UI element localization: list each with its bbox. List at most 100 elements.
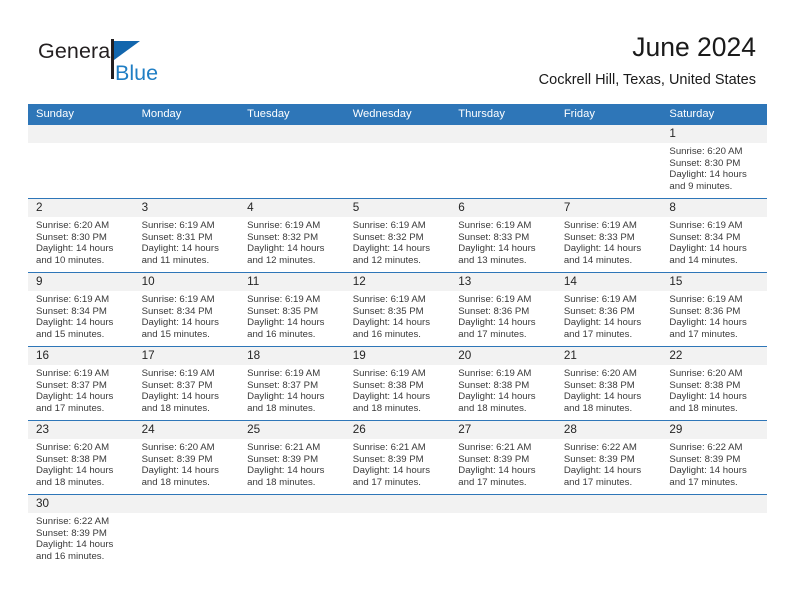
day-cell[interactable]: 7 Sunrise: 6:19 AM Sunset: 8:33 PM Daylight… — [555, 199, 662, 272]
sunset-text: Sunset: 8:37 PM — [247, 379, 319, 391]
day-number — [661, 495, 767, 513]
day-detail — [134, 513, 240, 516]
daylight-text: Daylight: 14 hours — [458, 317, 536, 329]
day-cell[interactable]: 23 Sunrise: 6:20 AM Sunset: 8:38 PM Dayligh… — [28, 421, 134, 494]
day-cell[interactable]: 5 Sunrise: 6:19 AM Sunset: 8:32 PM Daylight… — [344, 199, 451, 272]
calendar-grid: Sunday Monday Tuesday Wednesday Thursday Frid… — [28, 104, 767, 571]
day-cell[interactable]: 13 Sunrise: 6:19 AM Sunset: 8:36 PM Dayligh… — [450, 273, 556, 346]
day-detail: Sunrise: 6:20 AM Sunset: 8:38 PM Daylight:… — [556, 365, 662, 415]
daylight-text: Daylight: 14 hours — [458, 391, 536, 403]
daylight-text: and 18 minutes. — [247, 477, 316, 489]
day-detail — [345, 143, 451, 146]
daylight-text: Daylight: 14 hours — [352, 243, 431, 255]
day-cell[interactable]: 16 Sunrise: 6:19 AM Sunset: 8:37 PM Dayligh… — [28, 347, 134, 420]
daylight-text: Daylight: 14 hours — [36, 539, 114, 551]
day-cell[interactable]: 15 Sunrise: 6:19 AM Sunset: 8:36 PM Dayligh… — [661, 273, 767, 346]
day-cell[interactable]: 11 Sunrise: 6:19 AM Sunset: 8:35 PM Dayligh… — [239, 273, 345, 346]
day-cell-empty — [450, 495, 556, 571]
daylight-text: and 17 minutes. — [669, 477, 738, 489]
sunrise-text: Sunrise: 6:19 AM — [352, 220, 426, 231]
day-cell[interactable]: 19 Sunrise: 6:19 AM Sunset: 8:38 PM Dayligh… — [344, 347, 451, 420]
day-cell[interactable]: 21 Sunrise: 6:20 AM Sunset: 8:38 PM Dayligh… — [555, 347, 662, 420]
day-cell[interactable]: 6 Sunrise: 6:19 AM Sunset: 8:33 PM Daylight… — [450, 199, 556, 272]
day-cell[interactable]: 2 Sunrise: 6:20 AM Sunset: 8:30 PM Daylight… — [28, 199, 134, 272]
day-cell-empty — [133, 495, 240, 571]
day-detail: Sunrise: 6:19 AM Sunset: 8:37 PM Daylight:… — [239, 365, 345, 415]
day-detail — [239, 513, 345, 516]
daylight-text: Daylight: 14 hours — [247, 465, 325, 477]
day-cell[interactable]: 10 Sunrise: 6:19 AM Sunset: 8:34 PM Dayligh… — [133, 273, 240, 346]
daylight-text: Daylight: 14 hours — [36, 465, 114, 477]
daylight-text: and 17 minutes. — [563, 477, 633, 489]
day-detail: Sunrise: 6:19 AM Sunset: 8:36 PM Daylight:… — [556, 291, 662, 341]
day-number: 8 — [661, 199, 767, 217]
day-detail: Sunrise: 6:19 AM Sunset: 8:34 PM Daylight:… — [661, 217, 767, 267]
sunrise-text: Sunrise: 6:21 AM — [352, 442, 426, 453]
sunset-text: Sunset: 8:35 PM — [247, 305, 319, 317]
general-blue-logo[interactable]: General Blue — [38, 38, 238, 90]
day-cell[interactable]: 14 Sunrise: 6:19 AM Sunset: 8:36 PM Dayligh… — [555, 273, 662, 346]
day-cell[interactable]: 27 Sunrise: 6:21 AM Sunset: 8:39 PM Dayligh… — [450, 421, 556, 494]
day-cell[interactable]: 25 Sunrise: 6:21 AM Sunset: 8:39 PM Dayligh… — [239, 421, 345, 494]
day-number: 10 — [133, 273, 240, 291]
day-cell[interactable]: 30 Sunrise: 6:22 AM Sunset: 8:39 PM Dayligh… — [28, 495, 134, 571]
calendar-weeks: 1 Sunrise: 6:20 AM Sunset: 8:30 PM Daylight… — [28, 125, 767, 571]
sunset-text: Sunset: 8:36 PM — [458, 305, 530, 317]
day-cell[interactable]: 3 Sunrise: 6:19 AM Sunset: 8:31 PM Daylight… — [133, 199, 240, 272]
day-number: 4 — [239, 199, 345, 217]
daylight-text: Daylight: 14 hours — [352, 465, 431, 477]
sunrise-text: Sunrise: 6:19 AM — [669, 220, 743, 231]
sunset-text: Sunset: 8:37 PM — [141, 379, 213, 391]
day-cell[interactable]: 18 Sunrise: 6:19 AM Sunset: 8:37 PM Dayligh… — [239, 347, 345, 420]
day-cell[interactable]: 9 Sunrise: 6:19 AM Sunset: 8:34 PM Daylight… — [28, 273, 134, 346]
sunset-text: Sunset: 8:39 PM — [247, 453, 319, 465]
sunset-text: Sunset: 8:37 PM — [36, 379, 107, 391]
day-detail: Sunrise: 6:19 AM Sunset: 8:32 PM Daylight:… — [239, 217, 345, 267]
day-cell[interactable]: 17 Sunrise: 6:19 AM Sunset: 8:37 PM Dayligh… — [133, 347, 240, 420]
day-cell[interactable]: 4 Sunrise: 6:19 AM Sunset: 8:32 PM Daylight… — [239, 199, 345, 272]
day-number: 1 — [661, 125, 767, 143]
sunset-text: Sunset: 8:33 PM — [458, 231, 530, 243]
day-cell[interactable]: 12 Sunrise: 6:19 AM Sunset: 8:35 PM Dayligh… — [344, 273, 451, 346]
day-number: 6 — [450, 199, 556, 217]
day-detail: Sunrise: 6:21 AM Sunset: 8:39 PM Daylight:… — [345, 439, 451, 489]
daylight-text: Daylight: 14 hours — [352, 391, 431, 403]
day-detail: Sunrise: 6:19 AM Sunset: 8:38 PM Daylight:… — [345, 365, 451, 415]
daylight-text: Daylight: 14 hours — [36, 317, 114, 329]
day-detail: Sunrise: 6:20 AM Sunset: 8:39 PM Daylight:… — [134, 439, 240, 489]
day-cell[interactable]: 29 Sunrise: 6:22 AM Sunset: 8:39 PM Dayligh… — [661, 421, 767, 494]
week-row: 1 Sunrise: 6:20 AM Sunset: 8:30 PM Daylight… — [28, 125, 767, 199]
sunrise-text: Sunrise: 6:19 AM — [352, 368, 426, 379]
sunrise-text: Sunrise: 6:22 AM — [563, 442, 637, 453]
day-detail: Sunrise: 6:19 AM Sunset: 8:36 PM Daylight:… — [450, 291, 556, 341]
day-cell[interactable]: 28 Sunrise: 6:22 AM Sunset: 8:39 PM Dayligh… — [555, 421, 662, 494]
daylight-text: Daylight: 14 hours — [141, 317, 219, 329]
day-detail — [134, 143, 240, 146]
daylight-text: Daylight: 14 hours — [141, 465, 219, 477]
sunset-text: Sunset: 8:35 PM — [352, 305, 424, 317]
day-number — [344, 125, 451, 143]
day-cell[interactable]: 20 Sunrise: 6:19 AM Sunset: 8:38 PM Dayligh… — [450, 347, 556, 420]
daylight-text: Daylight: 14 hours — [669, 169, 747, 181]
week-row: 9 Sunrise: 6:19 AM Sunset: 8:34 PM Daylight… — [28, 273, 767, 347]
sunrise-text: Sunrise: 6:20 AM — [141, 442, 215, 453]
daylight-text: and 18 minutes. — [36, 477, 105, 489]
daylight-text: Daylight: 14 hours — [669, 391, 747, 403]
sunrise-text: Sunrise: 6:21 AM — [458, 442, 532, 453]
day-detail: Sunrise: 6:19 AM Sunset: 8:38 PM Daylight:… — [450, 365, 556, 415]
daylight-text: and 9 minutes. — [669, 181, 733, 193]
weekday-header-sunday: Sunday — [36, 108, 74, 120]
sunset-text: Sunset: 8:39 PM — [669, 453, 741, 465]
day-detail: Sunrise: 6:19 AM Sunset: 8:33 PM Daylight:… — [450, 217, 556, 267]
day-cell[interactable]: 24 Sunrise: 6:20 AM Sunset: 8:39 PM Dayligh… — [133, 421, 240, 494]
day-cell[interactable]: 8 Sunrise: 6:19 AM Sunset: 8:34 PM Daylight… — [661, 199, 767, 272]
weekday-header-thursday: Thursday — [458, 108, 505, 120]
sunrise-text: Sunrise: 6:19 AM — [458, 294, 532, 305]
sunset-text: Sunset: 8:39 PM — [141, 453, 213, 465]
day-cell[interactable]: 22 Sunrise: 6:20 AM Sunset: 8:38 PM Dayligh… — [661, 347, 767, 420]
day-cell[interactable]: 1 Sunrise: 6:20 AM Sunset: 8:30 PM Daylight… — [661, 125, 767, 198]
day-cell[interactable]: 26 Sunrise: 6:21 AM Sunset: 8:39 PM Dayligh… — [344, 421, 451, 494]
day-detail: Sunrise: 6:20 AM Sunset: 8:38 PM Daylight:… — [28, 439, 134, 489]
week-row: 16 Sunrise: 6:19 AM Sunset: 8:37 PM Dayligh… — [28, 347, 767, 421]
daylight-text: and 16 minutes. — [352, 329, 421, 341]
